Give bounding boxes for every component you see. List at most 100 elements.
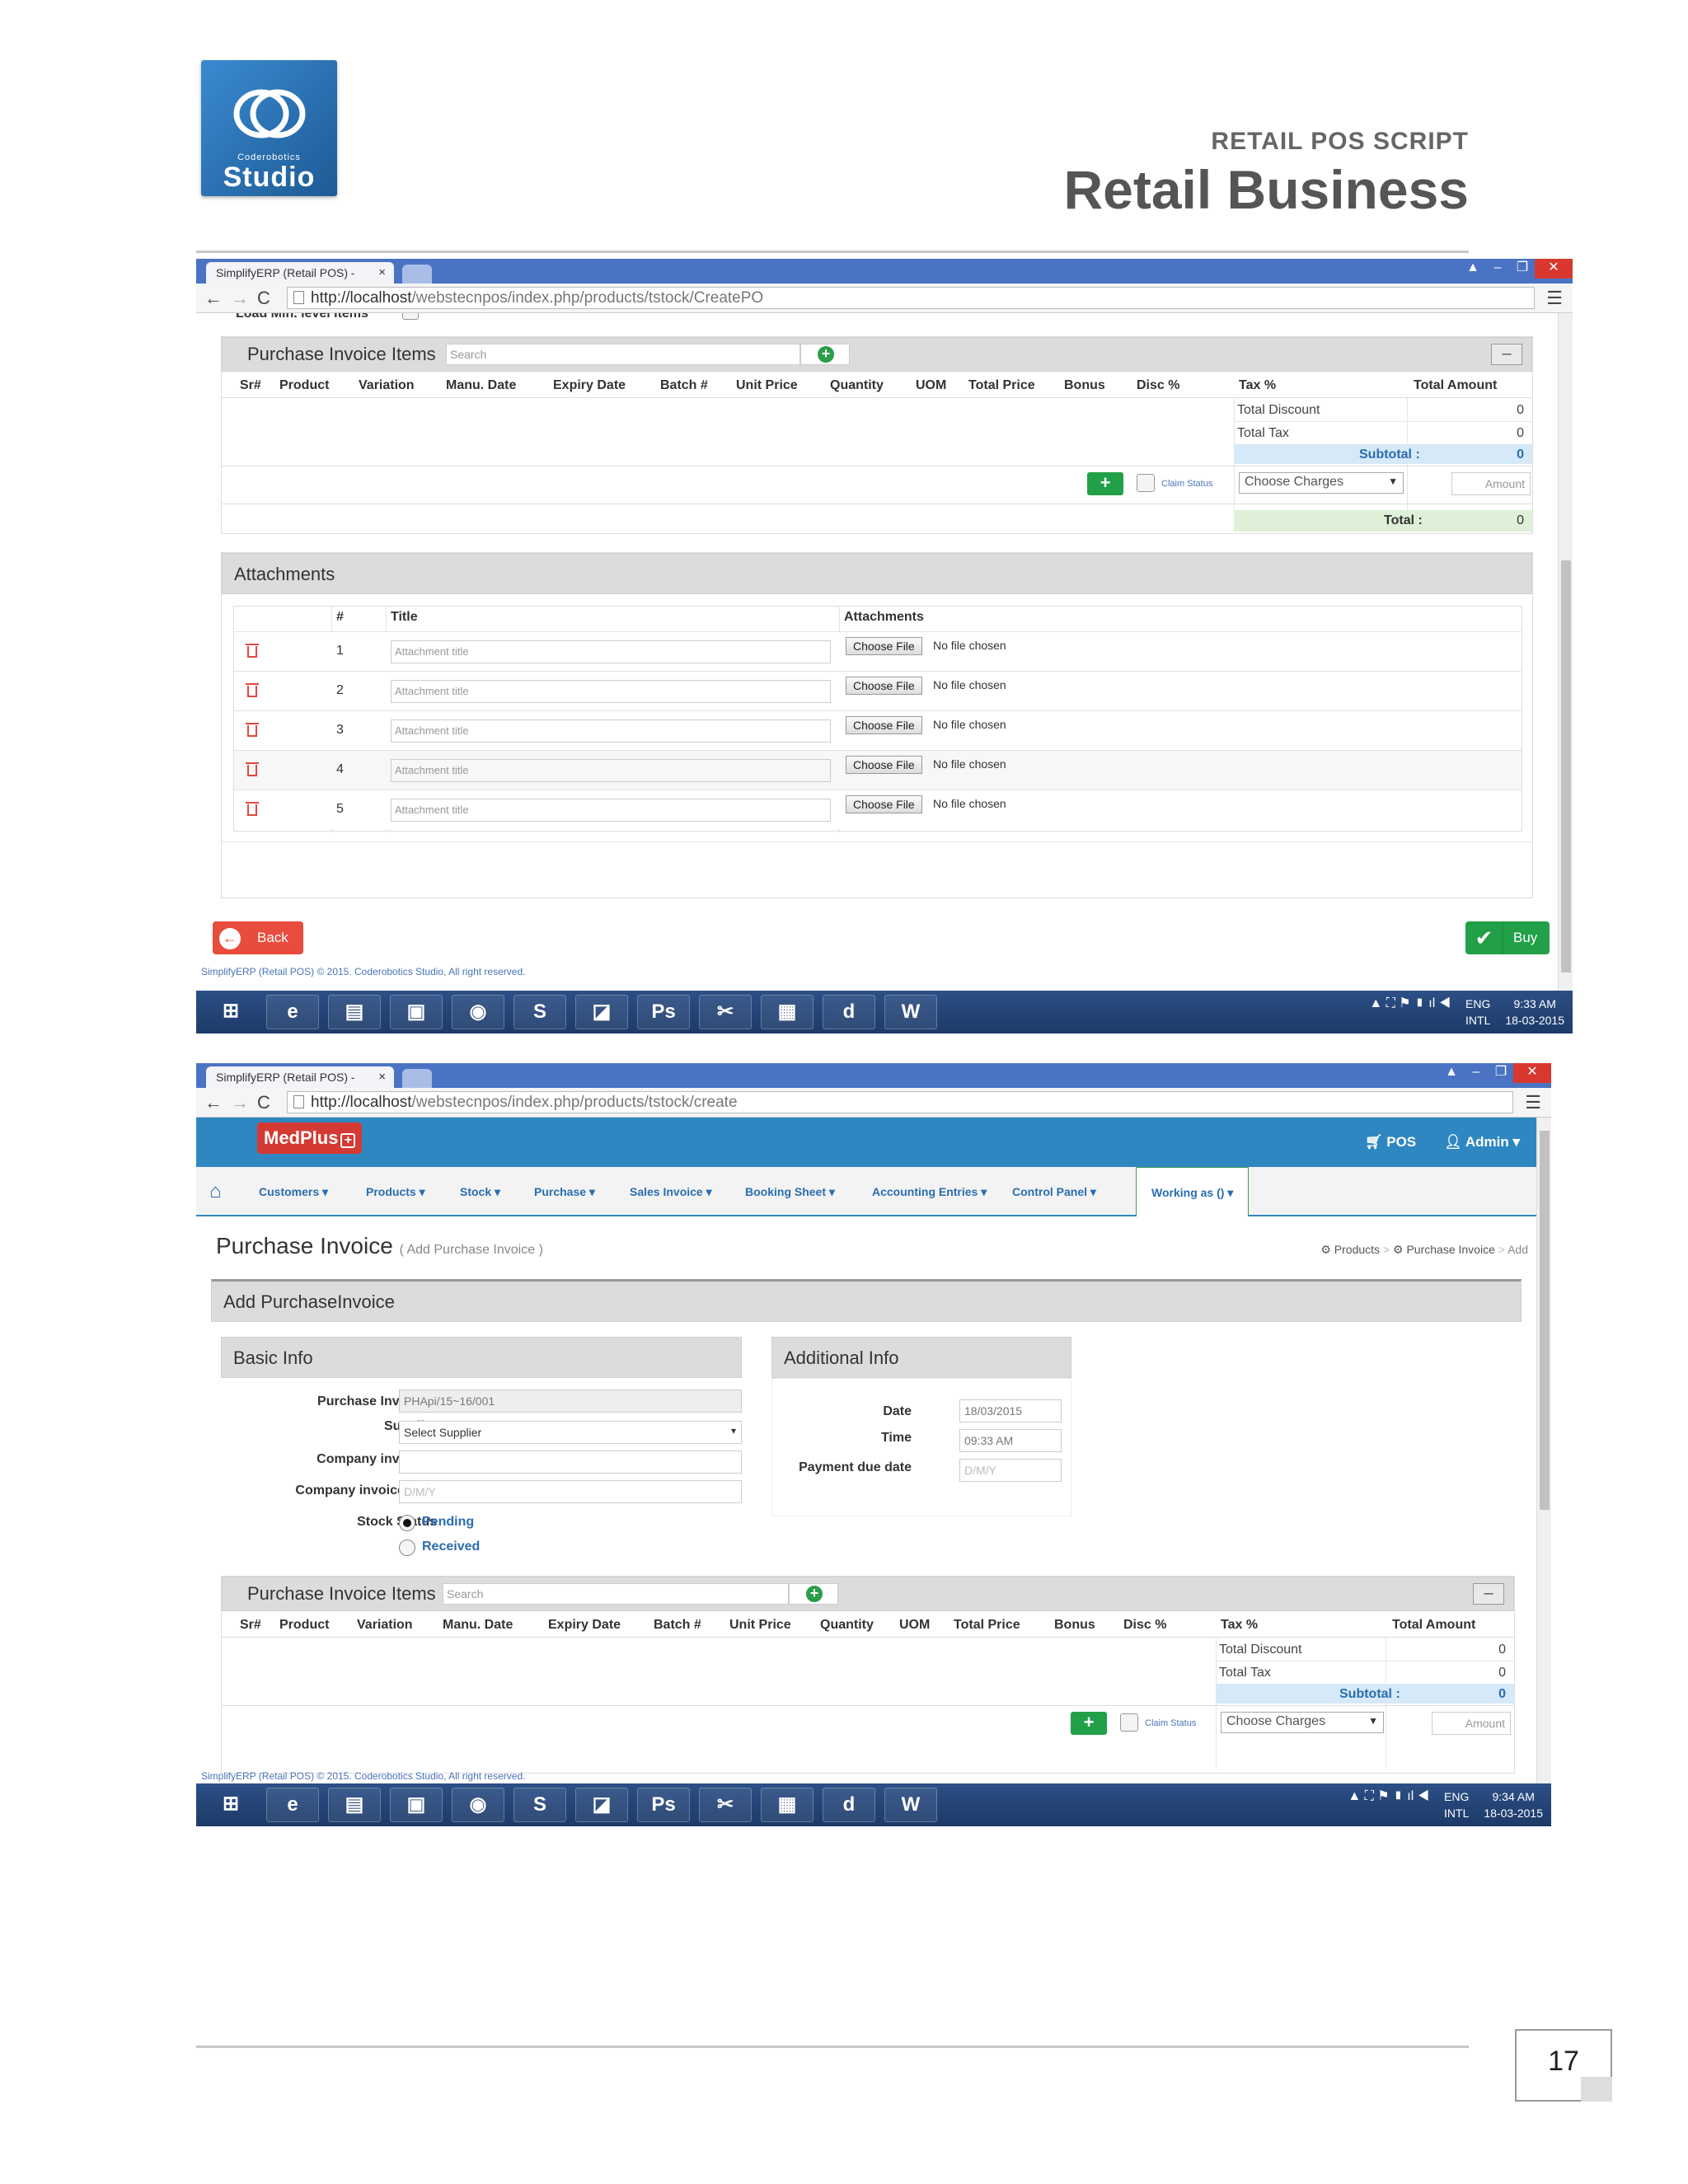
- breadcrumb-products[interactable]: ⚙ Products: [1320, 1243, 1380, 1256]
- tab-close-icon[interactable]: ×: [378, 265, 386, 279]
- company-invoice-date-input[interactable]: D/M/Y: [399, 1480, 742, 1503]
- dreamweaver-icon[interactable]: d: [823, 995, 875, 1029]
- choose-file-button[interactable]: Choose File: [846, 677, 922, 695]
- claim-status-checkbox[interactable]: [1120, 1713, 1138, 1732]
- add-item-button[interactable]: +: [800, 344, 850, 365]
- nav-item[interactable]: Stock ▾: [460, 1185, 500, 1199]
- pending-radio[interactable]: [399, 1515, 415, 1531]
- chrome-icon[interactable]: ◉: [452, 1788, 504, 1822]
- network-icon[interactable]: ▦: [761, 995, 814, 1029]
- new-tab-button[interactable]: [402, 1069, 432, 1088]
- back-button[interactable]: ← Back: [213, 921, 303, 954]
- store-icon[interactable]: ▣: [390, 995, 443, 1029]
- company-invoice-input[interactable]: [399, 1451, 742, 1474]
- trash-icon[interactable]: [246, 721, 259, 738]
- word-icon[interactable]: W: [884, 1788, 937, 1822]
- choose-file-button[interactable]: Choose File: [846, 637, 922, 655]
- restore-icon[interactable]: ❐: [1510, 259, 1535, 279]
- back-arrow-icon[interactable]: ←: [204, 1092, 231, 1113]
- skype-icon[interactable]: S: [513, 995, 566, 1029]
- close-window-icon[interactable]: ✕: [1535, 259, 1573, 279]
- skype-icon[interactable]: S: [513, 1788, 566, 1822]
- dreamweaver-icon[interactable]: d: [823, 1788, 875, 1822]
- add-charge-button[interactable]: +: [1071, 1712, 1107, 1735]
- choose-file-button[interactable]: Choose File: [846, 756, 922, 774]
- attachment-title-input[interactable]: Attachment title: [391, 719, 831, 743]
- payment-due-input[interactable]: D/M/Y: [959, 1459, 1062, 1482]
- trash-icon[interactable]: [246, 761, 259, 777]
- amount-input[interactable]: Amount: [1451, 472, 1531, 495]
- trash-icon[interactable]: [246, 682, 259, 698]
- nav-item[interactable]: Accounting Entries ▾: [872, 1185, 987, 1199]
- url-input[interactable]: http://localhost/webstecnpos/index.php/p…: [287, 287, 1535, 309]
- breadcrumb-purchase-invoice[interactable]: ⚙ Purchase Invoice: [1393, 1243, 1495, 1256]
- date-input[interactable]: 18/03/2015: [959, 1399, 1062, 1422]
- windows-start-icon[interactable]: ⊞: [204, 1788, 257, 1822]
- attachment-title-input[interactable]: Attachment title: [391, 799, 831, 822]
- supplier-select[interactable]: Select Supplier ▾: [399, 1421, 742, 1444]
- collapse-button[interactable]: –: [1473, 1583, 1504, 1605]
- invoice-number-input[interactable]: PHApi/15~16/001: [399, 1390, 742, 1413]
- internet-explorer-icon[interactable]: e: [266, 1788, 319, 1822]
- tray-language[interactable]: ENG INTL: [1444, 1788, 1469, 1821]
- reload-icon[interactable]: C: [257, 288, 279, 308]
- claim-status-checkbox[interactable]: [1137, 474, 1155, 492]
- choose-file-button[interactable]: Choose File: [846, 716, 922, 734]
- vertical-scrollbar[interactable]: [1536, 1118, 1551, 1783]
- tools-icon[interactable]: ✂: [699, 995, 752, 1029]
- amount-input[interactable]: Amount: [1432, 1712, 1511, 1735]
- nav-item[interactable]: Control Panel ▾: [1012, 1185, 1096, 1199]
- choose-charges-select[interactable]: Choose Charges ▼: [1239, 472, 1404, 494]
- store-icon[interactable]: ▣: [390, 1788, 443, 1822]
- chrome-icon[interactable]: ◉: [452, 995, 504, 1029]
- pos-link[interactable]: 🛒︎ POS: [1365, 1134, 1416, 1151]
- trash-icon[interactable]: [246, 642, 259, 658]
- minimize-icon[interactable]: –: [1464, 1063, 1489, 1083]
- vertical-scrollbar[interactable]: [1558, 313, 1573, 991]
- collapse-button[interactable]: –: [1491, 344, 1522, 365]
- notes-icon[interactable]: ◪: [575, 1788, 628, 1822]
- user-icon[interactable]: ▲: [1461, 259, 1485, 279]
- windows-start-icon[interactable]: ⊞: [204, 995, 257, 1029]
- home-icon[interactable]: ⌂: [209, 1180, 222, 1203]
- close-window-icon[interactable]: ✕: [1513, 1063, 1551, 1083]
- choose-file-button[interactable]: Choose File: [846, 795, 922, 813]
- photoshop-icon[interactable]: Ps: [637, 1788, 690, 1822]
- scroll-thumb[interactable]: [1540, 1131, 1550, 1510]
- forward-arrow-icon[interactable]: →: [231, 288, 257, 308]
- browser-tab[interactable]: SimplifyERP (Retail POS) - ×: [206, 1066, 394, 1088]
- nav-item[interactable]: Sales Invoice ▾: [630, 1185, 712, 1199]
- minimize-icon[interactable]: –: [1485, 259, 1510, 279]
- user-icon[interactable]: ▲: [1439, 1063, 1464, 1083]
- back-arrow-icon[interactable]: ←: [204, 288, 231, 308]
- working-as-menu[interactable]: Working as () ▾: [1136, 1167, 1250, 1216]
- browser-menu-icon[interactable]: ☰: [1525, 1092, 1541, 1113]
- nav-item[interactable]: Purchase ▾: [534, 1185, 595, 1199]
- attachment-title-input[interactable]: Attachment title: [391, 680, 831, 703]
- nav-item[interactable]: Products ▾: [366, 1185, 425, 1199]
- load-min-level-checkbox[interactable]: [402, 313, 419, 320]
- medplus-logo[interactable]: MedPlus +: [257, 1122, 363, 1154]
- scroll-thumb[interactable]: [1561, 560, 1571, 972]
- file-explorer-icon[interactable]: ▤: [328, 1788, 381, 1822]
- tray-clock[interactable]: 9:33 AM 18-03-2015: [1505, 996, 1564, 1029]
- notes-icon[interactable]: ◪: [575, 995, 628, 1029]
- buy-button[interactable]: ✔ Buy: [1465, 921, 1550, 954]
- file-explorer-icon[interactable]: ▤: [328, 995, 381, 1029]
- received-radio[interactable]: [399, 1540, 415, 1556]
- items-search-input[interactable]: Search: [446, 344, 800, 365]
- internet-explorer-icon[interactable]: e: [266, 995, 319, 1029]
- nav-item[interactable]: Customers ▾: [259, 1185, 328, 1199]
- trash-icon[interactable]: [246, 800, 259, 817]
- choose-charges-select[interactable]: Choose Charges ▼: [1221, 1712, 1384, 1733]
- network-icon[interactable]: ▦: [761, 1788, 814, 1822]
- nav-item[interactable]: Booking Sheet ▾: [745, 1185, 835, 1199]
- add-charge-button[interactable]: +: [1087, 472, 1123, 495]
- admin-menu[interactable]: 👤︎ Admin ▾: [1444, 1134, 1520, 1151]
- new-tab-button[interactable]: [402, 265, 432, 284]
- tray-language[interactable]: ENG INTL: [1465, 996, 1490, 1029]
- tab-close-icon[interactable]: ×: [378, 1070, 386, 1084]
- time-input[interactable]: 09:33 AM: [959, 1429, 1062, 1452]
- attachment-title-input[interactable]: Attachment title: [391, 640, 831, 663]
- restore-icon[interactable]: ❐: [1489, 1063, 1513, 1083]
